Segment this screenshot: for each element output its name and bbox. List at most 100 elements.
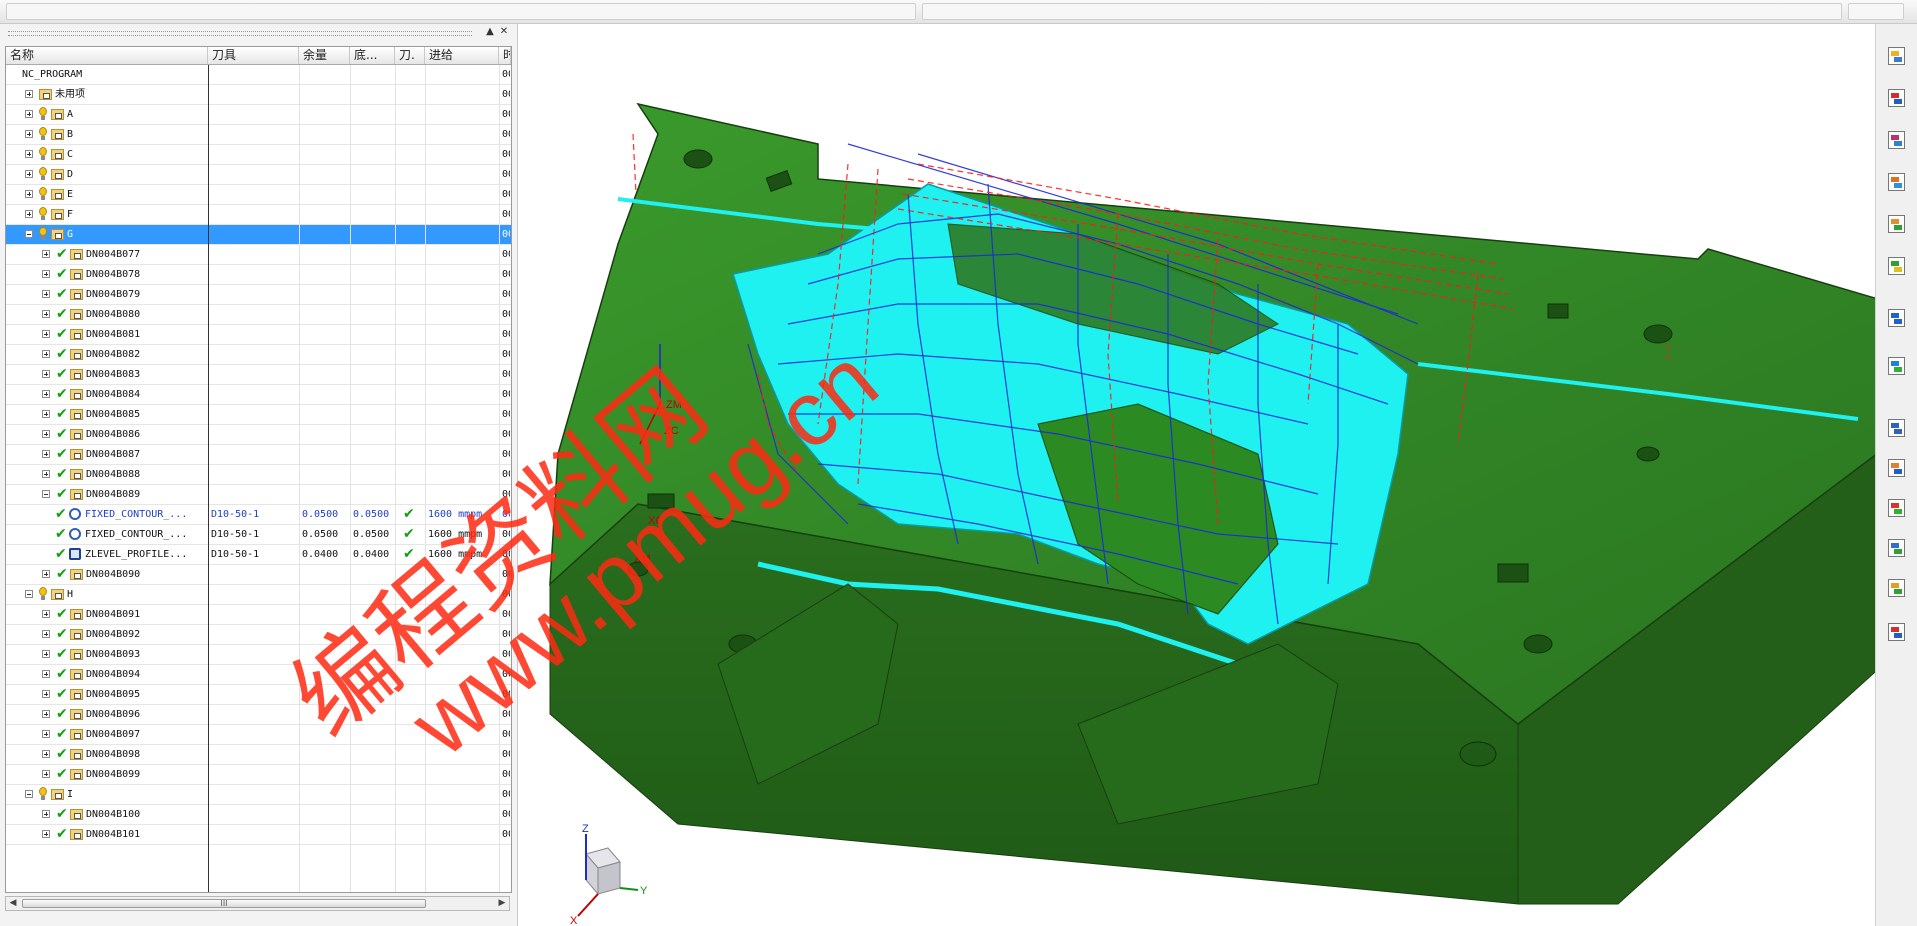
table-row[interactable]: ✔ ZLEVEL_PROFILE... D10-50-1 0.0400 0.0400 16… bbox=[6, 545, 511, 565]
table-row[interactable]: ✔ DN004B089 00 bbox=[6, 485, 511, 505]
expand-icon[interactable] bbox=[42, 370, 50, 378]
expand-icon[interactable] bbox=[42, 290, 50, 298]
table-row[interactable]: ✔ DN004B082 00 bbox=[6, 345, 511, 365]
expand-icon[interactable] bbox=[42, 250, 50, 258]
info-icon[interactable] bbox=[1884, 306, 1910, 332]
table-row[interactable]: ✔ DN004B084 00 bbox=[6, 385, 511, 405]
close-icon[interactable]: ✕ bbox=[498, 26, 510, 38]
analysis-icon[interactable] bbox=[1884, 496, 1910, 522]
expand-icon[interactable] bbox=[25, 90, 33, 98]
table-row[interactable]: ✔ DN004B100 00 bbox=[6, 805, 511, 825]
scroll-thumb[interactable]: III bbox=[22, 899, 426, 908]
collapse-icon[interactable] bbox=[25, 230, 33, 238]
table-row[interactable]: B 00 bbox=[6, 125, 511, 145]
table-row[interactable]: A 00 bbox=[6, 105, 511, 125]
table-row[interactable]: ✔ DN004B079 00 bbox=[6, 285, 511, 305]
expand-icon[interactable] bbox=[42, 390, 50, 398]
expand-icon[interactable] bbox=[42, 630, 50, 638]
table-row[interactable]: NC_PROGRAM 00 bbox=[6, 65, 511, 85]
table-row[interactable]: ✔ DN004B098 00 bbox=[6, 745, 511, 765]
expand-icon[interactable] bbox=[42, 710, 50, 718]
table-row[interactable]: ✔ DN004B087 00 bbox=[6, 445, 511, 465]
list-icon[interactable] bbox=[1884, 456, 1910, 482]
table-row[interactable]: ✔ FIXED_CONTOUR_... D10-50-1 0.0500 0.0500 16… bbox=[6, 505, 511, 525]
table-row[interactable]: ✔ DN004B092 00 bbox=[6, 625, 511, 645]
table-row[interactable]: H 00 bbox=[6, 585, 511, 605]
column-header-2[interactable]: 余量 bbox=[299, 47, 350, 64]
horizontal-scrollbar[interactable]: ◀ III ▶ bbox=[5, 896, 510, 911]
collapse-icon[interactable] bbox=[25, 590, 33, 598]
table-row[interactable]: ✔ DN004B083 00 bbox=[6, 365, 511, 385]
table-row[interactable]: C 00 bbox=[6, 145, 511, 165]
table-row[interactable]: ✔ DN004B099 00 bbox=[6, 765, 511, 785]
expand-icon[interactable] bbox=[25, 130, 33, 138]
column-header-3[interactable]: 底... bbox=[350, 47, 395, 64]
clock-icon[interactable] bbox=[1884, 416, 1910, 442]
user-icon[interactable] bbox=[1884, 576, 1910, 602]
expand-icon[interactable] bbox=[42, 450, 50, 458]
table-row[interactable]: ✔ DN004B088 00 bbox=[6, 465, 511, 485]
expand-icon[interactable] bbox=[42, 810, 50, 818]
expand-icon[interactable] bbox=[42, 270, 50, 278]
table-row[interactable]: ✔ DN004B085 00 bbox=[6, 405, 511, 425]
table-row[interactable]: ✔ DN004B081 00 bbox=[6, 325, 511, 345]
expand-icon[interactable] bbox=[25, 110, 33, 118]
table-row[interactable]: F 00 bbox=[6, 205, 511, 225]
library-icon[interactable] bbox=[1884, 254, 1910, 280]
expand-icon[interactable] bbox=[42, 610, 50, 618]
column-header-5[interactable]: 进给 bbox=[425, 47, 499, 64]
expand-icon[interactable] bbox=[42, 690, 50, 698]
machine-tool-icon[interactable] bbox=[1884, 86, 1910, 112]
table-row[interactable]: E 00 bbox=[6, 185, 511, 205]
table-row[interactable]: ✔ DN004B093 00 bbox=[6, 645, 511, 665]
graphics-window[interactable]: ZM ZC XC XM Z X Y bbox=[518, 24, 1875, 926]
geometry-view-icon[interactable] bbox=[1884, 128, 1910, 154]
create-program-icon[interactable] bbox=[1884, 44, 1910, 70]
expand-icon[interactable] bbox=[42, 730, 50, 738]
expand-icon[interactable] bbox=[42, 310, 50, 318]
expand-icon[interactable] bbox=[42, 470, 50, 478]
table-row[interactable]: ✔ DN004B091 00 bbox=[6, 605, 511, 625]
column-header-4[interactable]: 刀. bbox=[395, 47, 425, 64]
expand-icon[interactable] bbox=[25, 190, 33, 198]
drag-grip[interactable] bbox=[8, 31, 472, 36]
column-header-0[interactable]: 名称 bbox=[6, 47, 208, 64]
table-row[interactable]: D 00 bbox=[6, 165, 511, 185]
verify-icon[interactable] bbox=[1884, 354, 1910, 380]
tool-icon[interactable] bbox=[1884, 536, 1910, 562]
table-row[interactable]: ✔ DN004B094 00 bbox=[6, 665, 511, 685]
table-row[interactable]: ✔ DN004B080 00 bbox=[6, 305, 511, 325]
table-row[interactable]: 未用项 00 bbox=[6, 85, 511, 105]
expand-icon[interactable] bbox=[42, 670, 50, 678]
expand-icon[interactable] bbox=[42, 410, 50, 418]
expand-icon[interactable] bbox=[42, 770, 50, 778]
feed-speed-icon[interactable] bbox=[1884, 212, 1910, 238]
expand-icon[interactable] bbox=[42, 350, 50, 358]
table-row[interactable]: ✔ DN004B090 00 bbox=[6, 565, 511, 585]
table-row[interactable]: ✔ DN004B096 00 bbox=[6, 705, 511, 725]
table-row[interactable]: G 00 bbox=[6, 225, 511, 245]
column-header-6[interactable]: 时 bbox=[499, 47, 511, 64]
table-row[interactable]: ✔ DN004B097 00 bbox=[6, 725, 511, 745]
method-view-icon[interactable] bbox=[1884, 170, 1910, 196]
collapse-arrow-icon[interactable]: ▲ bbox=[484, 26, 496, 38]
expand-icon[interactable] bbox=[42, 830, 50, 838]
table-row[interactable]: I 00 bbox=[6, 785, 511, 805]
scroll-right-icon[interactable]: ▶ bbox=[495, 897, 509, 910]
table-row[interactable]: ✔ DN004B077 00 bbox=[6, 245, 511, 265]
table-row[interactable]: ✔ FIXED_CONTOUR_... D10-50-1 0.0500 0.0500 16… bbox=[6, 525, 511, 545]
expand-icon[interactable] bbox=[25, 210, 33, 218]
table-row[interactable]: ✔ DN004B095 00 bbox=[6, 685, 511, 705]
collapse-icon[interactable] bbox=[42, 490, 50, 498]
expand-icon[interactable] bbox=[42, 570, 50, 578]
table-row[interactable]: ✔ DN004B086 00 bbox=[6, 425, 511, 445]
collapse-icon[interactable] bbox=[25, 790, 33, 798]
report-icon[interactable] bbox=[1884, 620, 1910, 646]
expand-icon[interactable] bbox=[42, 330, 50, 338]
scroll-left-icon[interactable]: ◀ bbox=[6, 897, 20, 910]
expand-icon[interactable] bbox=[42, 650, 50, 658]
expand-icon[interactable] bbox=[42, 750, 50, 758]
expand-icon[interactable] bbox=[25, 150, 33, 158]
table-row[interactable]: ✔ DN004B101 00 bbox=[6, 825, 511, 845]
table-row[interactable]: ✔ DN004B078 00 bbox=[6, 265, 511, 285]
